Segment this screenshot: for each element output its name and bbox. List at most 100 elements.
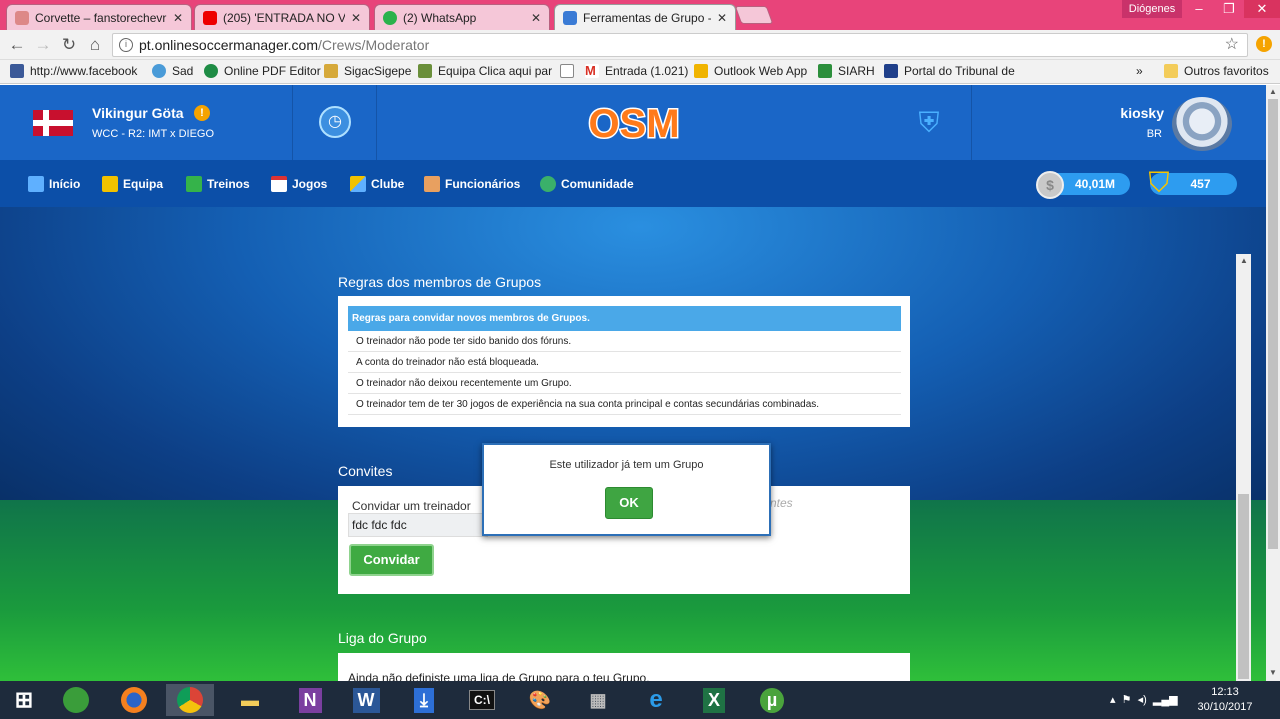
info-icon[interactable]: i [119,38,133,52]
onenote-icon[interactable]: N [286,684,334,716]
paint-icon[interactable]: 🎨 [516,684,564,716]
close-icon[interactable]: ✕ [531,11,541,25]
window-user-badge[interactable]: Diógenes [1122,0,1182,18]
alert-dialog: Este utilizador já tem um Grupo OK [482,443,771,536]
page-icon [560,64,574,78]
team-flag-icon [33,110,73,136]
new-tab-button[interactable] [734,6,774,24]
osm-logo[interactable]: OSM [582,97,686,148]
tab-youtube[interactable]: (205) 'ENTRADA NO V ✕ [194,4,370,30]
scroll-thumb[interactable] [1238,494,1249,679]
invite-button[interactable]: Convidar [349,544,434,576]
bookmark-siarh[interactable]: SIARH [818,64,875,78]
close-icon[interactable]: ✕ [173,11,183,25]
alert-icon[interactable]: ! [1256,36,1272,52]
globe-icon [540,175,556,192]
bookmark-label: Online PDF Editor [224,64,321,78]
bookmark-label: Outros favoritos [1184,64,1269,78]
gem-icon: ⛉ [1148,167,1170,198]
scroll-thumb[interactable] [1268,99,1278,549]
chrome-icon[interactable] [166,684,214,716]
bookmark-gmail[interactable]: M Entrada (1.021) [585,64,688,78]
nav-label: Jogos [292,176,328,191]
nav-jogos[interactable]: Jogos [271,160,327,207]
nav-inicio[interactable]: Início [28,160,80,207]
scroll-down-icon[interactable]: ▼ [1269,668,1277,677]
club-icon [350,175,366,192]
back-icon[interactable]: ← [6,34,28,56]
nav-label: Comunidade [561,176,634,191]
minimize-icon[interactable]: – [1184,0,1214,18]
url-input[interactable]: i pt.onlinesoccermanager.com/Crews/Moder… [112,33,1248,57]
bookmark-equipa[interactable]: Equipa Clica aqui par [418,64,552,78]
nav-equipa[interactable]: Equipa [102,160,163,207]
clock-icon[interactable]: ◷ [319,106,351,138]
username[interactable]: kiosky [1104,105,1164,121]
sad-icon [152,64,166,78]
coin-icon: $ [1036,171,1064,199]
training-icon [186,175,202,192]
dialog-message: Este utilizador já tem um Grupo [549,459,704,471]
scanner-icon[interactable]: ⤓ [400,684,448,716]
network-app-icon[interactable] [52,684,100,716]
internet-explorer-icon[interactable]: e [632,684,680,716]
nav-label: Treinos [207,176,250,191]
warning-icon[interactable]: ! [194,105,210,121]
avatar[interactable] [1172,97,1232,151]
invite-input[interactable]: fdc fdc fdc [348,513,488,537]
close-icon[interactable]: ✕ [717,11,727,25]
bookmark-pdf-editor[interactable]: Online PDF Editor [204,64,321,78]
home-icon[interactable]: ⌂ [84,34,106,56]
nav-funcionarios[interactable]: Funcionários [424,160,520,207]
invites-ghost-text: ntes [770,496,793,510]
forward-icon[interactable]: → [32,34,54,56]
nav-clube[interactable]: Clube [350,160,404,207]
nav-treinos[interactable]: Treinos [186,160,250,207]
excel-icon[interactable]: X [690,684,738,716]
osm-favicon-icon [563,10,577,25]
nav-label: Funcionários [445,176,521,191]
nav-comunidade[interactable]: Comunidade [540,160,634,207]
restore-icon[interactable]: ❐ [1214,0,1244,18]
bookmark-page[interactable] [560,64,580,78]
content-scrollbar[interactable]: ▲ [1236,254,1251,681]
calculator-icon[interactable]: ▦ [574,684,622,716]
bookmark-label: Portal do Tribunal de [904,64,1015,78]
bookmark-star-icon[interactable]: ☆ [1225,34,1239,56]
url-path: /Crews/Moderator [318,37,430,53]
tab-label: Ferramentas de Grupo - C [583,10,711,25]
reload-icon[interactable]: ↻ [58,34,80,56]
team-name[interactable]: Vikingur Göta [92,105,184,121]
scroll-up-icon[interactable]: ▲ [1240,256,1248,265]
tab-corvette[interactable]: Corvette – fanstorechevr ✕ [6,4,192,30]
tab-label: Corvette – fanstorechevr [35,10,167,25]
tab-whatsapp[interactable]: (2) WhatsApp ✕ [374,4,550,30]
file-explorer-icon[interactable]: ▬ [226,684,274,716]
window-close-icon[interactable]: ✕ [1244,0,1280,18]
bookmark-sigac[interactable]: SigacSigepe [324,64,411,78]
scroll-up-icon[interactable]: ▲ [1269,87,1277,96]
clock-time: 12:13 [1211,686,1239,698]
word-icon[interactable]: W [342,684,390,716]
close-icon[interactable]: ✕ [351,11,361,25]
utorrent-icon[interactable]: µ [748,684,796,716]
windows-start-icon[interactable]: ⊞ [0,684,48,716]
other-bookmarks[interactable]: Outros favoritos [1164,64,1269,78]
ok-button[interactable]: OK [605,487,653,519]
bookmark-sad[interactable]: Sad [152,64,193,78]
page-scrollbar[interactable]: ▲ ▼ [1266,85,1280,681]
terminal-icon[interactable]: C:\ [458,684,506,716]
bookmarks-overflow-button[interactable]: » [1136,64,1143,78]
system-clock[interactable]: 12:13 30/10/2017 [1190,685,1260,715]
bookmark-outlook[interactable]: Outlook Web App [694,64,807,78]
browser-tabstrip: Corvette – fanstorechevr ✕ (205) 'ENTRAD… [0,0,1280,30]
shirt-icon [102,175,118,192]
bookmark-facebook[interactable]: http://www.facebook [10,64,137,78]
firefox-icon[interactable] [110,684,158,716]
shield-icon[interactable]: ⛨ [914,106,944,140]
tab-ferramentas[interactable]: Ferramentas de Grupo - C ✕ [554,4,736,30]
home-icon [28,175,44,192]
bookmark-tcu[interactable]: Portal do Tribunal de [884,64,1015,78]
bookmark-label: SigacSigepe [344,64,412,78]
system-tray[interactable]: ▴ ⚑ ◂) ▂▄▆ [1110,693,1178,706]
